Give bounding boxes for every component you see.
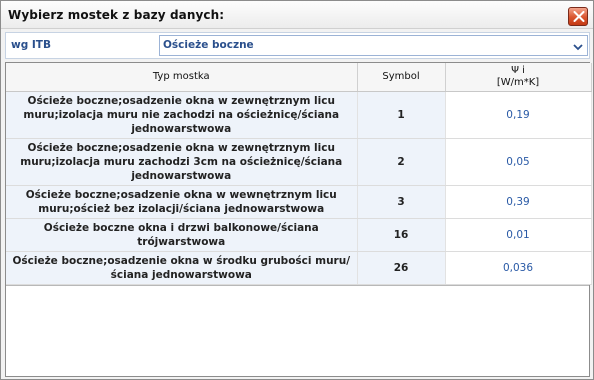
chevron-down-icon xyxy=(573,44,583,51)
table-row[interactable]: Ościeże boczne;osadzenie okna w wewnętrz… xyxy=(6,185,592,219)
row-psi-cell: 0,39 xyxy=(445,185,592,219)
column-header-symbol[interactable]: Symbol xyxy=(357,63,446,92)
dialog-window: Wybierz mostek z bazy danych: wg ITB Ośc… xyxy=(0,0,594,380)
dialog-title: Wybierz mostek z bazy danych: xyxy=(8,8,225,22)
row-psi-cell: 0,036 xyxy=(445,251,592,285)
column-header-psi[interactable]: Ψ i [W/m*K] xyxy=(445,63,592,92)
psi-header-unit: [W/m*K] xyxy=(496,76,540,88)
title-bar: Wybierz mostek z bazy danych: xyxy=(1,1,593,29)
row-symbol-cell: 3 xyxy=(357,185,446,219)
table-row[interactable]: Ościeże boczne;osadzenie okna w środku g… xyxy=(6,251,592,285)
row-type-cell: Ościeże boczne;osadzenie okna w zewnętrz… xyxy=(6,91,358,139)
row-symbol-cell: 1 xyxy=(357,91,446,139)
dropdown-selected-value: Ościeże boczne xyxy=(163,39,254,51)
column-header-type[interactable]: Typ mostka xyxy=(6,63,358,92)
row-symbol-cell: 26 xyxy=(357,251,446,285)
row-psi-cell: 0,19 xyxy=(445,91,592,139)
row-type-cell: Ościeże boczne;osadzenie okna w wewnętrz… xyxy=(6,185,358,219)
table-row[interactable]: Ościeże boczne;osadzenie okna w zewnętrz… xyxy=(6,91,592,139)
row-type-cell: Ościeże boczne okna i drzwi balkonowe/śc… xyxy=(6,218,358,252)
bridge-table: Typ mostka Symbol Ψ i [W/m*K] Ościeże bo… xyxy=(5,62,592,377)
row-type-cell: Ościeże boczne;osadzenie okna w środku g… xyxy=(6,251,358,285)
bridge-category-dropdown[interactable]: Ościeże boczne xyxy=(159,35,588,56)
row-symbol-cell: 2 xyxy=(357,138,446,186)
row-type-cell: Ościeże boczne;osadzenie okna w zewnętrz… xyxy=(6,138,358,186)
row-psi-cell: 0,01 xyxy=(445,218,592,252)
filter-bar: wg ITB Ościeże boczne xyxy=(5,32,590,59)
row-symbol-cell: 16 xyxy=(357,218,446,252)
table-row[interactable]: Ościeże boczne okna i drzwi balkonowe/śc… xyxy=(6,218,592,252)
filter-label: wg ITB xyxy=(11,39,51,51)
close-icon xyxy=(573,11,585,22)
psi-header-symbol: Ψ i xyxy=(511,64,525,76)
close-button[interactable] xyxy=(568,7,588,26)
row-psi-cell: 0,05 xyxy=(445,138,592,186)
table-row[interactable]: Ościeże boczne;osadzenie okna w zewnętrz… xyxy=(6,138,592,186)
table-header-row: Typ mostka Symbol Ψ i [W/m*K] xyxy=(6,63,592,92)
